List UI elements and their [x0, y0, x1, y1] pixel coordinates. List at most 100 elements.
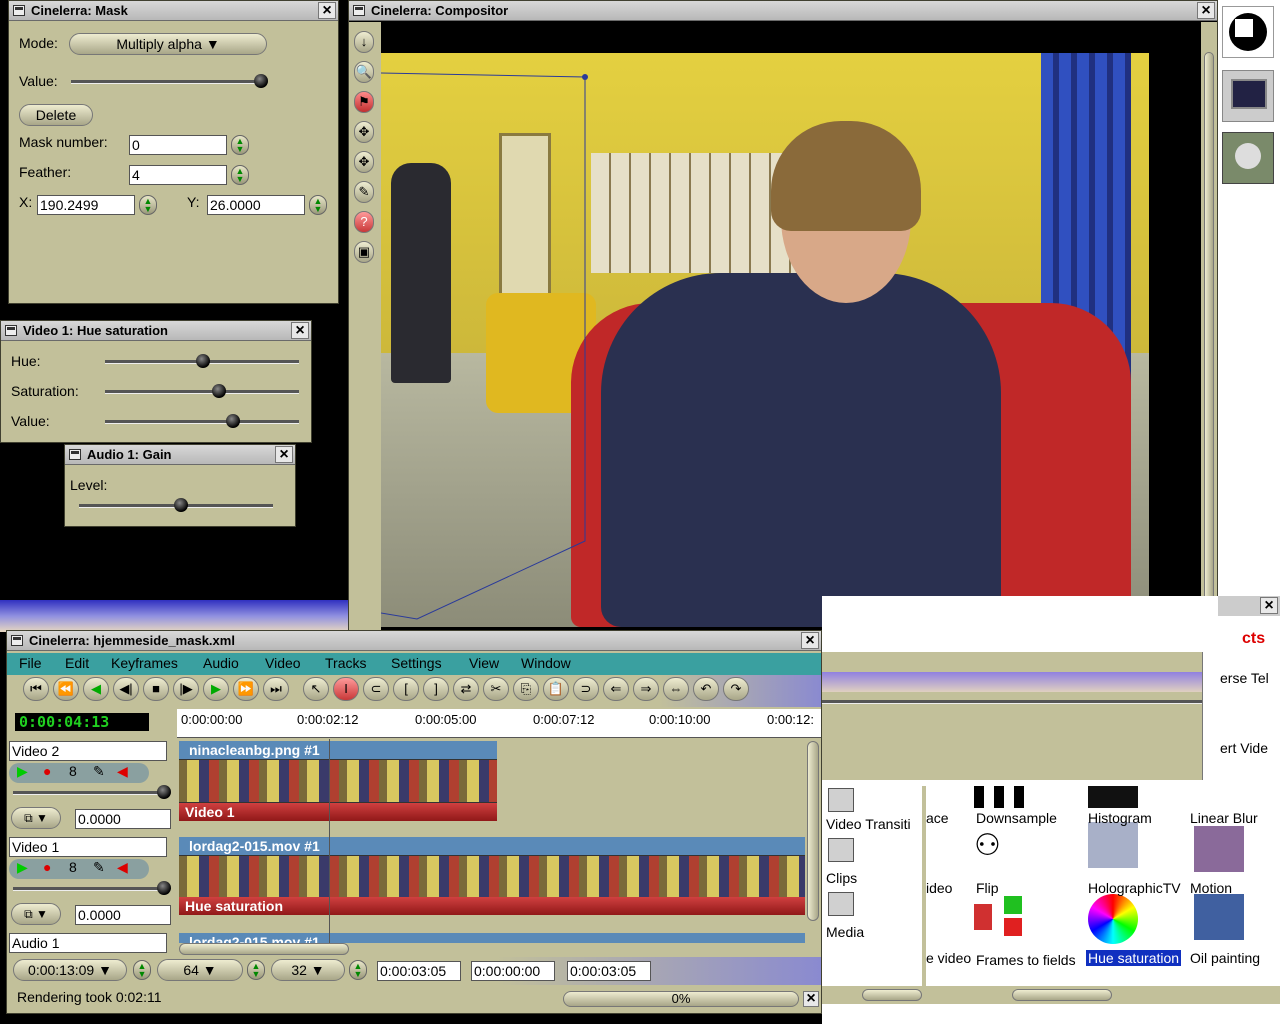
- value-slider-knob[interactable]: [254, 74, 268, 88]
- arrow-down-icon[interactable]: ↓: [354, 31, 374, 53]
- hue-saturation-titlebar[interactable]: Video 1: Hue saturation ×: [1, 321, 311, 341]
- close-icon[interactable]: ×: [1260, 597, 1278, 614]
- out-point-icon[interactable]: ]: [423, 677, 449, 701]
- effect-item[interactable]: e video: [926, 950, 971, 966]
- fast-forward-icon[interactable]: ⏩: [233, 677, 259, 701]
- zoom-height-spinner[interactable]: ▲ ▼: [349, 960, 367, 980]
- label-icon[interactable]: ⊂: [363, 677, 389, 701]
- record-track-icon[interactable]: ●: [43, 763, 51, 779]
- timeline-ruler[interactable]: 0:00:00:00 0:00:02:12 0:00:05:00 0:00:07…: [177, 709, 821, 738]
- menu-audio[interactable]: Audio: [203, 655, 239, 671]
- mute-icon[interactable]: ◀: [117, 763, 128, 780]
- window-menu-icon[interactable]: [69, 449, 81, 460]
- effect-bar[interactable]: Hue saturation: [179, 897, 805, 915]
- selection-length-input[interactable]: 0:00:00:00: [471, 961, 555, 981]
- effect-oil-painting[interactable]: Oil painting: [1190, 950, 1260, 966]
- rewind-start-icon[interactable]: ⏮: [23, 677, 49, 701]
- reverse-play-icon[interactable]: ◀: [83, 677, 109, 701]
- folder-clips[interactable]: Clips: [826, 870, 857, 886]
- in-point-icon[interactable]: [: [393, 677, 419, 701]
- y-spinner[interactable]: ▲ ▼: [309, 195, 327, 215]
- splice-icon[interactable]: ⇄: [453, 677, 479, 701]
- effect-flip[interactable]: Flip: [976, 880, 999, 896]
- close-icon[interactable]: ×: [801, 632, 819, 649]
- fade-input[interactable]: 0.0000: [75, 809, 171, 829]
- effect-hue-saturation[interactable]: Hue saturation: [1086, 950, 1182, 966]
- undo-icon[interactable]: ↶: [693, 677, 719, 701]
- copy-icon[interactable]: ⎘: [513, 677, 539, 701]
- zoom-time-dropdown[interactable]: 0:00:13:09 ▼: [13, 959, 127, 981]
- effect-downsample[interactable]: Downsample: [976, 810, 1057, 826]
- menu-edit[interactable]: Edit: [65, 655, 89, 671]
- cut-tool-icon[interactable]: I: [333, 677, 359, 701]
- selection-start-input[interactable]: 0:00:03:05: [377, 961, 461, 981]
- menu-file[interactable]: File: [19, 655, 42, 671]
- compositor-titlebar[interactable]: Cinelerra: Compositor ×: [349, 1, 1217, 21]
- video-frame[interactable]: [381, 53, 1149, 627]
- gain-titlebar[interactable]: Audio 1: Gain ×: [65, 445, 295, 465]
- effect-frames-to-fields[interactable]: Frames to fields: [976, 952, 1076, 968]
- fade-slider-track[interactable]: [13, 887, 165, 891]
- zoom-samples-spinner[interactable]: ▲ ▼: [247, 960, 265, 980]
- paint-dock-icon[interactable]: [1222, 132, 1274, 184]
- menu-keyframes[interactable]: Keyframes: [111, 655, 178, 671]
- mask-icon[interactable]: ⚑: [354, 91, 374, 113]
- mask-titlebar[interactable]: Cinelerra: Mask ×: [9, 1, 338, 21]
- mask-number-spinner[interactable]: ▲ ▼: [231, 135, 249, 155]
- effect-linear-blur[interactable]: Linear Blur: [1190, 810, 1258, 826]
- gang-icon[interactable]: 8: [69, 763, 77, 779]
- folder-video-transitions[interactable]: Video Transiti: [826, 816, 911, 832]
- x-input[interactable]: 190.2499: [37, 195, 135, 215]
- compositor-scrollbar[interactable]: [1201, 22, 1217, 631]
- window-menu-icon[interactable]: [11, 635, 23, 646]
- selection-end-input[interactable]: 0:00:03:05: [567, 961, 651, 981]
- menu-view[interactable]: View: [469, 655, 499, 671]
- move-icon[interactable]: ✥: [354, 121, 374, 143]
- delete-button[interactable]: Delete: [19, 104, 93, 126]
- play-track-icon[interactable]: ▶: [17, 763, 28, 780]
- zoom-height-dropdown[interactable]: 32 ▼: [271, 959, 345, 981]
- pen-icon[interactable]: ✎: [354, 181, 374, 203]
- fade-slider-track[interactable]: [13, 791, 165, 795]
- overlay-mode-dropdown[interactable]: ⧉ ▼: [11, 903, 61, 925]
- effect-holographictv[interactable]: HolographicTV: [1088, 880, 1181, 896]
- close-icon[interactable]: ×: [1197, 2, 1215, 19]
- playhead[interactable]: [329, 739, 330, 943]
- frame-forward-icon[interactable]: |▶: [173, 677, 199, 701]
- overlay-mode-dropdown[interactable]: ⧉ ▼: [11, 807, 61, 829]
- track-name-video-2[interactable]: Video 2: [9, 741, 167, 761]
- timeline-vscrollbar[interactable]: [805, 739, 821, 943]
- hue-value-slider-knob[interactable]: [226, 414, 240, 428]
- menu-tracks[interactable]: Tracks: [325, 655, 366, 671]
- scissors-icon[interactable]: ✂: [483, 677, 509, 701]
- resources-hscrollbar[interactable]: [822, 986, 1280, 1004]
- zoom-time-spinner[interactable]: ▲ ▼: [133, 960, 151, 980]
- mute-icon[interactable]: ◀: [117, 859, 128, 876]
- next-label-icon[interactable]: ⇒: [633, 677, 659, 701]
- forward-end-icon[interactable]: ⏭: [263, 677, 289, 701]
- fit-icon[interactable]: ⇔: [663, 677, 689, 701]
- menu-window[interactable]: Window: [521, 655, 571, 671]
- menu-video[interactable]: Video: [265, 655, 301, 671]
- paste-icon[interactable]: 📋: [543, 677, 569, 701]
- close-icon[interactable]: ×: [318, 2, 336, 19]
- crop-icon[interactable]: ✥: [354, 151, 374, 173]
- level-slider-knob[interactable]: [174, 498, 188, 512]
- arrow-tool-icon[interactable]: ↖: [303, 677, 329, 701]
- effect-bar[interactable]: Video 1: [179, 803, 497, 821]
- frame-back-icon[interactable]: ◀|: [113, 677, 139, 701]
- monitor-dock-icon[interactable]: [1222, 70, 1274, 122]
- folder-media[interactable]: Media: [826, 924, 864, 940]
- fade-input[interactable]: 0.0000: [75, 905, 171, 925]
- feather-spinner[interactable]: ▲ ▼: [231, 165, 249, 185]
- x-spinner[interactable]: ▲ ▼: [139, 195, 157, 215]
- draw-icon[interactable]: ✎: [93, 763, 105, 780]
- stop-icon[interactable]: ■: [143, 677, 169, 701]
- timeline-canvas[interactable]: ninacleanbg.png #1 Video 1 lordag2-015.m…: [177, 739, 805, 943]
- zoom-icon[interactable]: 🔍: [354, 61, 374, 83]
- effect-motion[interactable]: Motion: [1190, 880, 1232, 896]
- track-name-audio-1[interactable]: Audio 1: [9, 933, 167, 953]
- dock-icon-1[interactable]: [1222, 6, 1274, 58]
- hue-value-slider-track[interactable]: [105, 420, 299, 424]
- fade-slider-knob[interactable]: [157, 785, 171, 799]
